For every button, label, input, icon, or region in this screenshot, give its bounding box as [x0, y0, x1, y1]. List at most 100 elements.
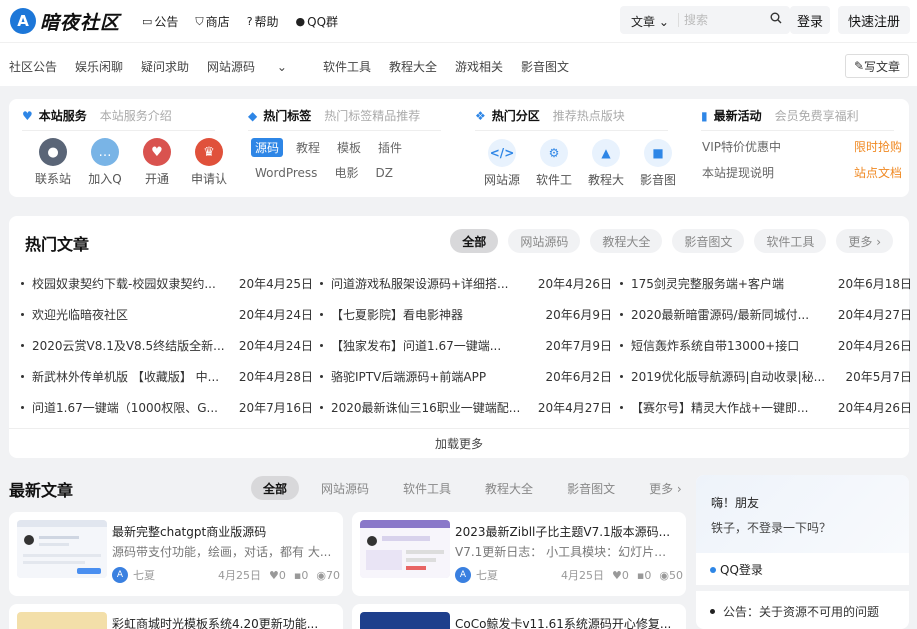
article-author[interactable]: 七夏 [133, 567, 155, 583]
search-category-select[interactable]: 文章 ⌄ [631, 13, 669, 30]
hot-article-item[interactable]: 2020最新诛仙三16职业一键端配... 20年4月27日 [320, 397, 612, 417]
hot-article-item[interactable]: 欢迎光临暗夜社区 20年4月24日 [21, 304, 313, 324]
nav-shop[interactable]: ⛉ 商店 [195, 13, 229, 30]
hot-article-title[interactable]: 【赛尔号】精灵大作战+一键即... [631, 399, 834, 416]
hot-article-item[interactable]: 【独家发布】问道1.67一键端... 20年7月9日 [320, 335, 612, 355]
load-more-button[interactable]: 加载更多 [9, 428, 909, 458]
hot-article-item[interactable]: 短信轰炸系统自带13000+接口 20年4月26日 [620, 335, 912, 355]
tag-item[interactable]: 电影 [330, 163, 362, 182]
hot-article-title[interactable]: 【七夏影院】看电影神器 [331, 306, 541, 323]
category-item[interactable]: 娱乐闲聊 [75, 58, 123, 75]
category-item[interactable]: 疑问求助 [141, 58, 189, 75]
hot-article-item[interactable]: 2020云赏V8.1及V8.5终结版全新... 20年4月24日 [21, 335, 313, 355]
hot-article-title[interactable]: 新武林外传单机版 【收藏版】 中... [32, 368, 235, 385]
register-button[interactable]: 快速注册 [838, 6, 910, 34]
hot-article-date: 20年4月26日 [837, 338, 912, 353]
category-item[interactable]: 教程大全 [389, 58, 437, 75]
zone-media[interactable]: ■ 影音图 [632, 139, 684, 188]
article-author[interactable]: 七夏 [476, 567, 498, 583]
hot-article-item[interactable]: 骆驼IPTV后端源码+前端APP 20年6月2日 [320, 366, 612, 386]
article-title[interactable]: CoCo鲸发卡v11.61系统源码开心修复... [455, 615, 677, 629]
tab-website-source[interactable]: 网站源码 [309, 476, 382, 500]
tag-item[interactable]: DZ [371, 165, 396, 181]
service-contact[interactable]: ● 联系站 [27, 138, 79, 187]
article-meta: A 七夏 4月25日 ♥0 ▪0 ◉50 [455, 567, 683, 583]
qq-login-button[interactable]: QQ登录 [710, 561, 763, 578]
service-apply-verify[interactable]: ♛ 申请认 [183, 138, 235, 187]
notice-item[interactable]: 公告：关于资源不可用的问题 [710, 603, 879, 620]
service-join-qq[interactable]: … 加入Q [79, 138, 131, 187]
hot-article-item[interactable]: 校园奴隶契约下载-校园奴隶契约... 20年4月25日 [21, 273, 313, 293]
tab-software[interactable]: 软件工具 [391, 476, 464, 500]
hot-article-title[interactable]: 问道游戏私服架设源码+详细搭... [331, 275, 534, 292]
hot-article-title[interactable]: 骆驼IPTV后端源码+前端APP [331, 368, 541, 385]
tag-item[interactable]: 教程 [292, 138, 324, 157]
hot-article-item[interactable]: 2020最新暗雷源码/最新同城付... 20年4月27日 [620, 304, 912, 324]
tag-icon: ◆ [248, 108, 258, 123]
hot-article-item[interactable]: 问道1.67一键端（1000权限、G... 20年7月16日 [21, 397, 313, 417]
category-item[interactable]: 游戏相关 [455, 58, 503, 75]
code-icon: </> [488, 139, 516, 167]
tab-media[interactable]: 影音图文 [672, 229, 745, 253]
hot-article-title[interactable]: 短信轰炸系统自带13000+接口 [631, 337, 834, 354]
article-title[interactable]: 最新完整chatgpt商业版源码 [112, 523, 334, 540]
article-card[interactable]: 彩虹商城时光模板系统4.20更新功能... [9, 604, 343, 629]
hot-article-title[interactable]: 2020最新暗雷源码/最新同城付... [631, 306, 834, 323]
tag-item[interactable]: WordPress [251, 165, 321, 181]
nav-announcement[interactable]: ▭ 公告 [142, 13, 178, 30]
activity-item[interactable]: 本站提现说明 站点文档 [702, 164, 902, 181]
tab-tutorials[interactable]: 教程大全 [590, 229, 663, 253]
comment-count: 0 [301, 568, 309, 582]
chat-icon: … [91, 138, 119, 166]
category-item-dropdown[interactable]: 网站源码 ⌄ [207, 58, 305, 75]
hot-article-title[interactable]: 【独家发布】问道1.67一键端... [331, 337, 541, 354]
logo-text: 暗夜社区 [40, 11, 121, 34]
article-title[interactable]: 2023最新Zibll子比主题V7.1版本源码... [455, 523, 677, 540]
category-item[interactable]: 软件工具 [323, 58, 371, 75]
nav-help[interactable]: ? 帮助 [247, 13, 279, 30]
zone-website-source[interactable]: </> 网站源 [476, 139, 528, 188]
tag-item[interactable]: 模板 [333, 138, 365, 157]
tab-website-source[interactable]: 网站源码 [508, 229, 581, 253]
nav-qq-group[interactable]: ● QQ群 [296, 13, 339, 30]
tab-more[interactable]: 更多 › [836, 229, 893, 253]
article-card[interactable]: 2023最新Zibll子比主题V7.1版本源码... V7.1更新日志： 小工具… [352, 512, 686, 596]
tab-all[interactable]: 全部 [450, 229, 499, 253]
hot-article-title[interactable]: 175剑灵完整服务端+客户端 [631, 275, 834, 292]
hot-article-title[interactable]: 校园奴隶契约下载-校园奴隶契约... [32, 275, 235, 292]
service-open-vip[interactable]: ♥ 开通 [131, 138, 183, 187]
hot-article-item[interactable]: 【赛尔号】精灵大作战+一键即... 20年4月26日 [620, 397, 912, 417]
hot-article-item[interactable]: 问道游戏私服架设源码+详细搭... 20年4月26日 [320, 273, 612, 293]
hot-article-title[interactable]: 2020云赏V8.1及V8.5终结版全新... [32, 337, 235, 354]
tag-item[interactable]: 源码 [251, 138, 284, 157]
login-button[interactable]: 登录 [790, 6, 830, 34]
article-title[interactable]: 彩虹商城时光模板系统4.20更新功能... [112, 615, 334, 629]
category-item[interactable]: 社区公告 [9, 58, 57, 75]
hot-article-title[interactable]: 欢迎光临暗夜社区 [32, 306, 235, 323]
hot-article-title[interactable]: 2019优化版导航源码|自动收录|秘... [631, 368, 841, 385]
hot-article-item[interactable]: 新武林外传单机版 【收藏版】 中... 20年4月28日 [21, 366, 313, 386]
tab-software[interactable]: 软件工具 [754, 229, 827, 253]
tag-item[interactable]: 插件 [374, 138, 406, 157]
hot-article-item[interactable]: 175剑灵完整服务端+客户端 20年6月18日 [620, 273, 912, 293]
hot-article-item[interactable]: 【七夏影院】看电影神器 20年6月9日 [320, 304, 612, 324]
zone-software-tools[interactable]: ⚙ 软件工 [528, 139, 580, 188]
category-item[interactable]: 影音图文 [521, 58, 569, 75]
tab-tutorials[interactable]: 教程大全 [473, 476, 546, 500]
avatar[interactable]: A [455, 567, 471, 583]
hot-article-item[interactable]: 2019优化版导航源码|自动收录|秘... 20年5月7日 [620, 366, 912, 386]
avatar[interactable]: A [112, 567, 128, 583]
hot-article-title[interactable]: 问道1.67一键端（1000权限、G... [32, 399, 235, 416]
activity-item[interactable]: VIP特价优惠中 限时抢购 [702, 138, 902, 155]
tab-more[interactable]: 更多 › [637, 476, 694, 500]
site-logo[interactable]: A 暗夜社区 [10, 8, 120, 34]
tab-media[interactable]: 影音图文 [555, 476, 628, 500]
article-card[interactable]: 最新完整chatgpt商业版源码 源码带支付功能，绘画，对话，都有 大... A… [9, 512, 343, 596]
article-card[interactable]: CoCo鲸发卡v11.61系统源码开心修复... [352, 604, 686, 629]
write-article-button[interactable]: ✎ 写文章 [845, 54, 909, 78]
zone-tutorials[interactable]: ▲ 教程大 [580, 139, 632, 188]
hot-article-title[interactable]: 2020最新诛仙三16职业一键端配... [331, 399, 534, 416]
search-icon[interactable] [770, 12, 782, 28]
tab-all[interactable]: 全部 [251, 476, 300, 500]
search-input[interactable] [684, 10, 764, 30]
